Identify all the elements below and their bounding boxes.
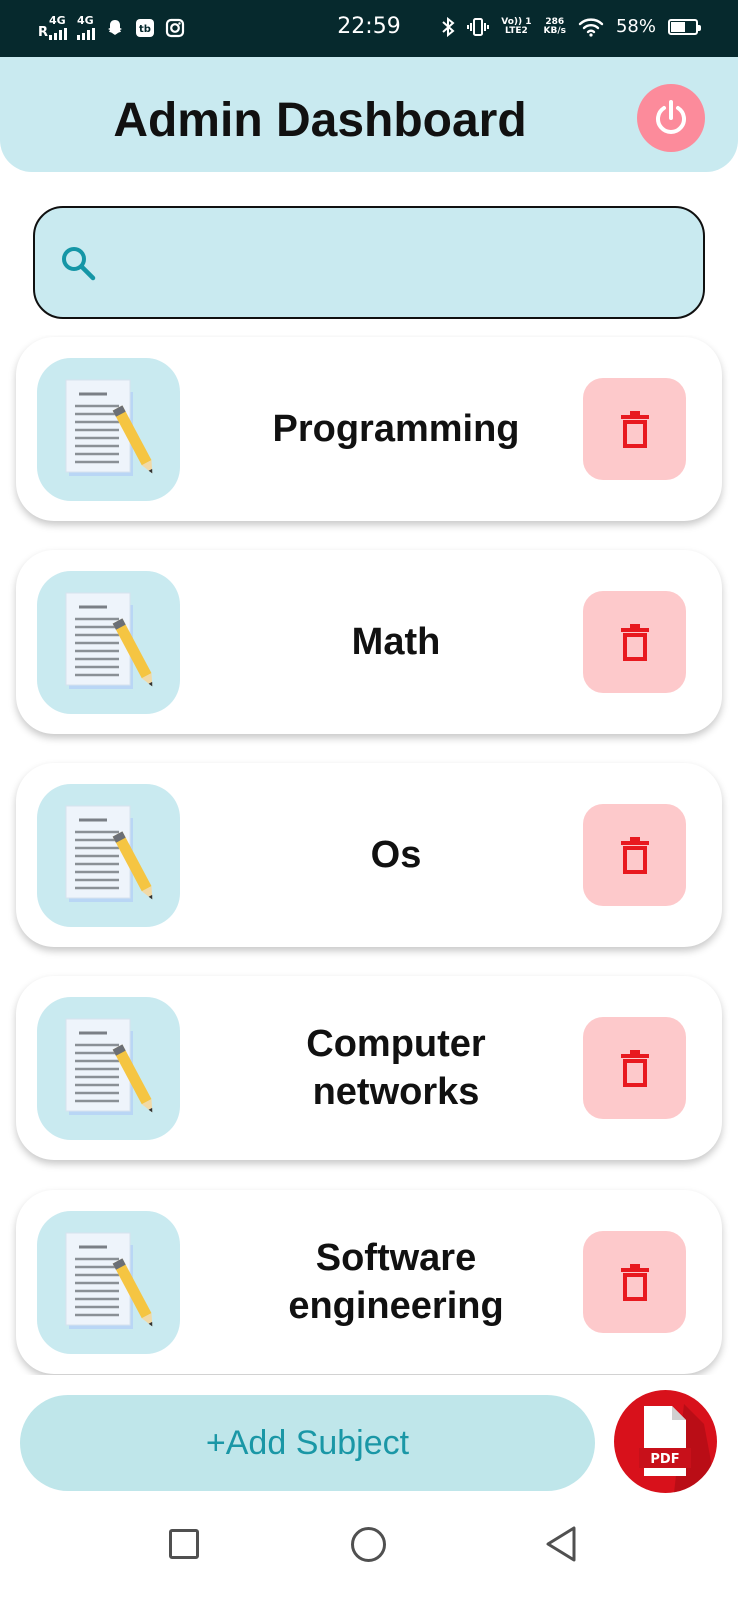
trash-icon [620,624,649,661]
subject-name: Math [351,621,441,663]
status-bar: R 4G 4G tb 22:59 Vo)) 1 LTE2 286 KB/s 58… [0,0,738,57]
search-bar[interactable] [33,206,705,319]
back-button[interactable] [544,1525,578,1563]
subject-card[interactable]: Software engineering [16,1190,722,1374]
bluetooth-icon [442,16,455,37]
subject-name: Software engineering [288,1237,504,1327]
network-speed-unit: KB/s [543,25,566,36]
document-thumbnail [37,358,180,501]
power-icon [656,100,686,134]
document-pencil-icon [65,592,153,689]
subject-card[interactable]: Math [16,550,722,734]
subject-name: Os [370,834,422,876]
document-pencil-icon [65,1018,153,1115]
document-pencil-icon [65,1232,153,1329]
pdf-label: PDF [650,1452,679,1467]
search-input[interactable] [115,238,679,292]
pdf-file-icon: PDF [639,1404,717,1493]
delete-subject-button[interactable] [583,591,686,693]
battery-percent: 58% [615,16,656,37]
pdf-button[interactable]: PDF [614,1390,717,1493]
subject-list: Programming Math Os Computer networks So… [0,335,738,1375]
document-pencil-icon [65,805,153,902]
subject-name: Computer networks [306,1023,486,1113]
subject-card[interactable]: Programming [16,337,722,521]
document-thumbnail [37,571,180,714]
system-nav-bar [0,1505,738,1600]
delete-subject-button[interactable] [583,378,686,480]
trash-icon [620,837,649,874]
wifi-icon [578,17,604,37]
delete-subject-button[interactable] [583,1231,686,1333]
recent-apps-button[interactable] [169,1529,199,1559]
trash-icon [620,411,649,448]
document-pencil-icon [65,379,153,476]
logout-button[interactable] [637,84,705,152]
document-thumbnail [37,1211,180,1354]
subject-card[interactable]: Os [16,763,722,947]
subject-name: Programming [272,408,520,450]
lte-label: LTE2 [504,25,528,36]
status-right: Vo)) 1 LTE2 286 KB/s 58% [441,16,701,37]
add-subject-button[interactable]: +Add Subject [20,1395,595,1491]
document-thumbnail [37,784,180,927]
delete-subject-button[interactable] [583,804,686,906]
search-icon [62,247,96,281]
subject-card[interactable]: Computer networks [16,976,722,1160]
document-thumbnail [37,997,180,1140]
battery-icon [668,18,701,35]
trash-icon [620,1264,649,1301]
app-header: Admin Dashboard [0,57,738,172]
delete-subject-button[interactable] [583,1017,686,1119]
page-title: Admin Dashboard [113,94,527,147]
home-button[interactable] [351,1527,386,1562]
trash-icon [620,1050,649,1087]
vibrate-icon [467,17,490,36]
